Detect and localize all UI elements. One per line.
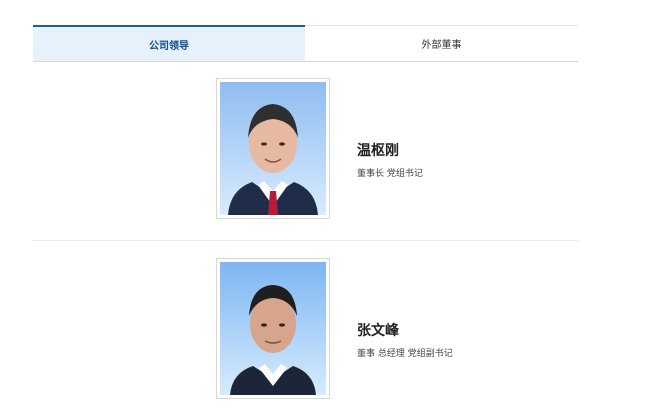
portrait-frame xyxy=(216,258,330,399)
leader-name: 张文峰 xyxy=(357,323,399,339)
tab-external-directors[interactable]: 外部董事 xyxy=(305,25,578,61)
leader-name: 温枢刚 xyxy=(357,143,399,159)
portrait-photo xyxy=(220,262,326,395)
portrait-frame xyxy=(216,78,330,219)
section-divider xyxy=(33,240,578,241)
tab-bar: 公司领导 外部董事 xyxy=(33,25,578,62)
leader-title: 董事 总经理 党组副书记 xyxy=(357,349,453,359)
leader-card: 张文峰 董事 总经理 党组副书记 xyxy=(0,258,660,403)
portrait-photo xyxy=(220,82,326,215)
leader-title: 董事长 党组书记 xyxy=(357,169,423,179)
tab-company-leaders[interactable]: 公司领导 xyxy=(33,25,305,61)
leader-card: 温枢刚 董事长 党组书记 xyxy=(0,78,660,223)
